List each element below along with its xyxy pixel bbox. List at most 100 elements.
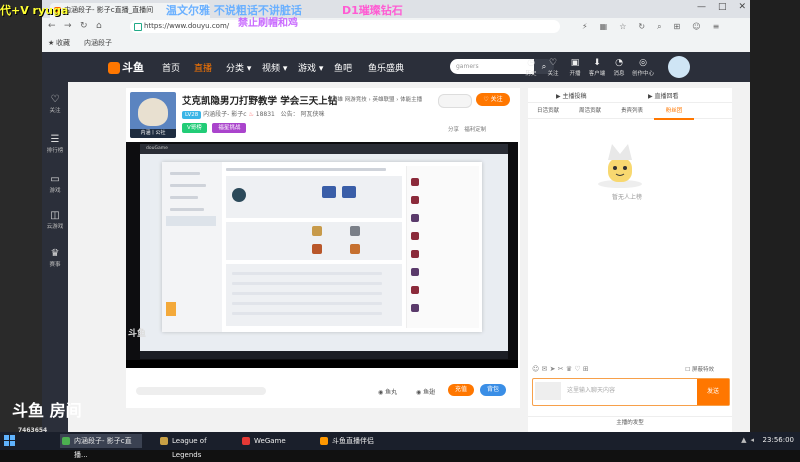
nav-home[interactable]: 首页 <box>162 61 180 74</box>
chat-top-bar: ▶ 主播投稿 ▶ 直播回看 <box>528 88 732 103</box>
tab-vip[interactable]: 贵宾列表 <box>612 104 652 118</box>
url-field[interactable]: https://www.douyu.com/ <box>130 20 560 33</box>
back-icon[interactable]: ← <box>48 21 56 31</box>
side-follow[interactable]: ♡ 关注 <box>42 94 68 114</box>
windows-taskbar: 内涵段子- 影子c直播... League of Legends WeGame … <box>0 432 800 459</box>
scissors-icon[interactable]: ✂ <box>558 365 564 373</box>
empty-ranking-text: 暂无人上榜 <box>612 194 643 201</box>
douyu-sidebar: ♡ 关注 ☰ 排行榜 ▭ 游戏 ◫ 云游戏 ♛ 赛事 <box>42 82 68 432</box>
tab-daily[interactable]: 日活贡献 <box>528 104 568 118</box>
close-button[interactable]: ✕ <box>738 2 746 12</box>
gift-icon[interactable]: ✉ <box>542 365 548 373</box>
address-toolbar: ⚡ ▦ ☆ ↻ ⌕ ⊞ ☺ ≡ <box>582 22 719 32</box>
anchor-post-tab[interactable]: ▶ 主播投稿 <box>556 91 587 100</box>
fire-icon: ♨ <box>248 111 254 118</box>
refresh-small-icon[interactable]: ↻ <box>638 22 645 32</box>
room-title: 艾克凯隐男刀打野教学 学会三天上钻 <box>182 96 338 107</box>
report-button[interactable]: 福利定制 <box>464 127 486 133</box>
history-button[interactable]: ◷ 历史 <box>520 57 542 77</box>
star-icon[interactable]: ☆ <box>619 22 626 32</box>
send-button[interactable]: 发送 <box>697 379 729 405</box>
start-live-button[interactable]: ▣ 开播 <box>564 57 586 77</box>
notice-text: 公告： 阿瓦侠咪 <box>280 111 325 118</box>
follow-button[interactable]: ♡ 关注 <box>476 93 510 106</box>
anchor-name[interactable]: 内涵段子- 影子c <box>203 111 246 118</box>
user-icon[interactable]: ☺ <box>692 22 700 32</box>
heart-small-icon[interactable]: ♡ <box>574 365 580 373</box>
desktop-left-strip <box>0 0 42 432</box>
room-card: 内涵丨公社 艾克凯隐男刀打野教学 学会三天上钻 英雄 网游竞技 › 英雄联盟 ›… <box>126 88 520 408</box>
nav-yuba[interactable]: 鱼吧 <box>334 61 352 74</box>
network-icon[interactable]: ▲ <box>741 436 746 444</box>
shield-effects-toggle[interactable]: ☐ 屏蔽特效 <box>685 365 714 373</box>
user-avatar[interactable] <box>668 56 690 78</box>
bell-icon: ◔ <box>615 58 623 68</box>
side-events[interactable]: ♛ 赛事 <box>42 248 68 268</box>
bookmark-star-icon: ★ <box>48 39 55 47</box>
menu-icon[interactable]: ≡ <box>713 22 720 32</box>
creator-center-button[interactable]: ◎ 创作中心 <box>632 57 654 77</box>
side-games[interactable]: ▭ 游戏 <box>42 174 68 194</box>
taskbar-league[interactable]: League of Legends <box>158 434 238 459</box>
event-badge[interactable]: 福星挑战 <box>212 123 247 133</box>
taskbar-douyu-companion[interactable]: 斗鱼直播伴侣 <box>318 434 398 448</box>
taskbar-clock[interactable]: 23:56:00 <box>763 436 794 444</box>
douyu-logo[interactable]: 斗鱼 <box>108 59 148 75</box>
emoji-icon[interactable]: ☺ <box>532 365 539 373</box>
window-controls: — □ ✕ <box>697 2 746 12</box>
cart-small-icon[interactable]: ⊞ <box>583 365 589 373</box>
bookmarks-bar: ★ 收藏 内涵段子 <box>42 36 750 50</box>
nav-live[interactable]: 直播 <box>194 61 212 74</box>
list-icon: ☰ <box>50 134 60 145</box>
side-cloud-games[interactable]: ◫ 云游戏 <box>42 210 68 230</box>
send-icon[interactable]: ➤ <box>550 365 556 373</box>
minimize-button[interactable]: — <box>697 2 706 12</box>
backpack-button[interactable]: 背包 <box>480 384 506 396</box>
search-icon[interactable]: ⌕ <box>657 22 661 32</box>
side-ranking[interactable]: ☰ 排行榜 <box>42 134 68 154</box>
gift-bar[interactable] <box>136 387 266 395</box>
volume-icon[interactable]: ◂ <box>750 436 754 444</box>
v-rank-badge[interactable]: V哥榜 <box>182 123 207 133</box>
bolt-icon[interactable]: ⚡ <box>582 22 588 32</box>
nav-video[interactable]: 视频 ▾ <box>262 61 287 74</box>
video-player[interactable]: douGame 斗鱼 <box>126 142 518 368</box>
forward-icon[interactable]: → <box>64 21 72 31</box>
taskbar-wegame[interactable]: WeGame <box>240 434 310 448</box>
bookmark-favorites[interactable]: 收藏 <box>56 38 70 48</box>
messages-button[interactable]: ◔ 消息 <box>608 57 630 77</box>
maximize-button[interactable]: □ <box>718 2 727 12</box>
replay-tab[interactable]: ▶ 直播回看 <box>648 91 679 100</box>
league-icon <box>160 437 168 445</box>
follow-nav-button[interactable]: ♡ 关注 <box>542 57 564 77</box>
yuchi-label: ◉ 鱼翅 <box>416 389 436 396</box>
stream-topbar: douGame <box>140 144 508 154</box>
room-categories[interactable]: 英雄 网游竞技 › 英雄联盟 › 体能主播 <box>332 95 422 103</box>
taskbar-douyu-browser[interactable]: 内涵段子- 影子c直播... <box>60 434 142 459</box>
tab-weekly[interactable]: 周活贡献 <box>570 104 610 118</box>
cart-icon[interactable]: ⊞ <box>674 22 681 32</box>
home-icon[interactable]: ⌂ <box>96 21 102 31</box>
start-button[interactable] <box>4 435 16 447</box>
share-button[interactable]: 分享 <box>448 127 459 133</box>
anchor-avatar[interactable]: 内涵丨公社 <box>130 92 176 138</box>
refresh-icon[interactable]: ↻ <box>80 21 88 31</box>
chat-input[interactable]: 这里输入聊天内容 <box>567 385 615 394</box>
nav-category[interactable]: 分类 ▾ <box>226 61 251 74</box>
recharge-button[interactable]: 充值 <box>448 384 474 396</box>
anchor-fans-bar[interactable]: 主播的发型 <box>528 416 732 429</box>
client-button[interactable]: ⬇ 客户端 <box>586 57 608 77</box>
main-content: 内涵丨公社 艾克凯隐男刀打野教学 学会三天上钻 英雄 网游竞技 › 英雄联盟 ›… <box>68 82 750 432</box>
bookmark-neihan[interactable]: 内涵段子 <box>84 38 112 48</box>
nav-festival[interactable]: 鱼乐盛典 <box>368 61 404 74</box>
chat-badge-box[interactable] <box>535 382 561 400</box>
tab-fans[interactable]: 粉丝团 <box>654 104 694 120</box>
crown-icon[interactable]: ♛ <box>566 365 572 373</box>
nav-games[interactable]: 游戏 ▾ <box>298 61 323 74</box>
share-row: 分享 福利定制 <box>448 125 486 133</box>
follow-toggle[interactable] <box>438 94 472 108</box>
yuwan-label: ◉ 鱼丸 <box>378 389 398 396</box>
grid-icon[interactable]: ▦ <box>600 22 608 32</box>
player-controls[interactable] <box>126 360 518 368</box>
browser-window: 内涵段子- 影子c直播_直播间 — □ ✕ ← → ↻ ⌂ https://ww… <box>42 0 750 432</box>
